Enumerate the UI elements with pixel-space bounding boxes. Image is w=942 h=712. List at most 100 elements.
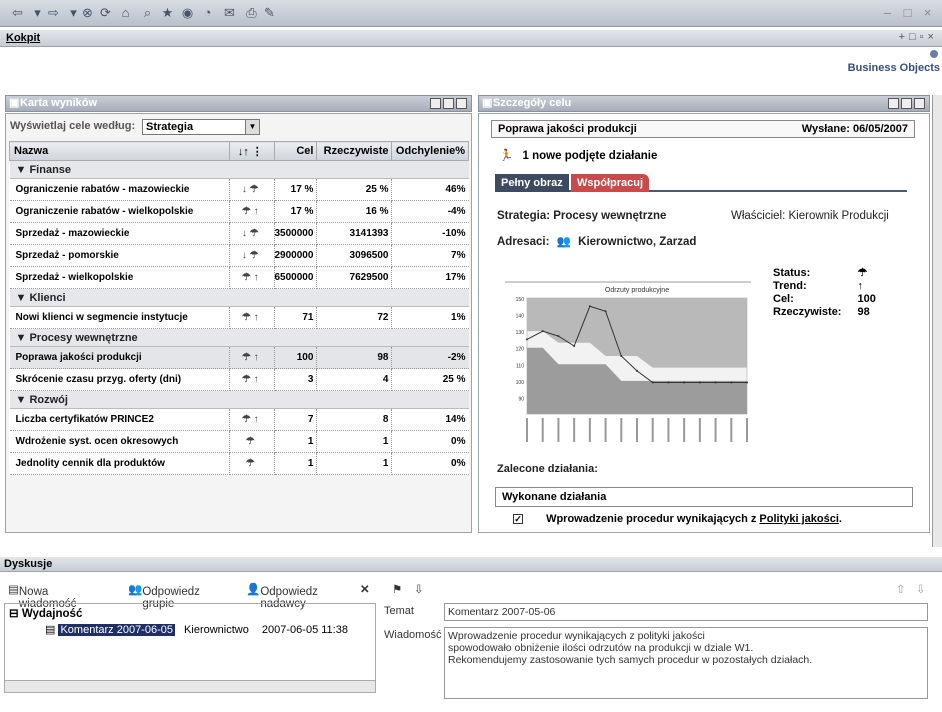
minimize-icon[interactable] — [888, 98, 899, 109]
strategy-select[interactable]: Strategia ▼ — [142, 119, 260, 135]
odch-cell: -2% — [391, 346, 469, 369]
table-row[interactable]: Jednolity cennik dla produktów ☂ 1 1 0% — [9, 452, 469, 475]
col-odchylenie[interactable]: Odchylenie% — [391, 141, 469, 161]
group-row[interactable]: ▼ Procesy wewnętrzne — [9, 328, 469, 347]
group-label: ▼ Finanse — [9, 160, 469, 179]
col-rzeczywiste[interactable]: Rzeczywiste — [316, 141, 393, 161]
history-icon[interactable]: ◔ — [200, 5, 215, 20]
table-row[interactable]: Ograniczenie rabatów - mazowieckie ↓ ☂ 17 … — [9, 178, 469, 201]
table-row[interactable]: Nowi klienci w segmencie instytucje ☂ ↑ 71… — [9, 306, 469, 329]
refresh-icon[interactable]: ⟳ — [98, 5, 113, 20]
minimize-icon[interactable]: – — [880, 5, 895, 20]
table-row[interactable]: Wdrożenie syst. ocen okresowych ☂ 1 1 0% — [9, 430, 469, 453]
col-icons[interactable]: ↓↑ ⋮ — [229, 141, 275, 161]
collapse-icon[interactable]: ▼ — [16, 332, 30, 344]
col-cel[interactable]: Cel — [273, 141, 318, 161]
x-tick-label — [557, 418, 560, 442]
minimize-icon[interactable] — [430, 98, 441, 109]
checkbox[interactable]: ✓ — [513, 514, 523, 524]
status-icons: ↓ ☂ — [229, 222, 275, 245]
table-row[interactable]: Liczba certyfikatów PRINCE2 ☂ ↑ 7 8 14% — [9, 408, 469, 431]
goal-name: Poprawa jakości produkcji — [498, 123, 637, 135]
home-icon[interactable]: ⌂ — [118, 5, 133, 20]
subject-field[interactable]: Komentarz 2007-05-06 — [444, 603, 928, 621]
business-objects-logo: Business Objects — [832, 50, 940, 80]
runner-icon: 🏃 — [499, 150, 514, 162]
mail-icon[interactable]: ✉ — [222, 5, 237, 20]
addressees-value[interactable]: Kierownictwo, Zarzad — [578, 236, 696, 248]
action-text-pre: Wprowadzenie procedur wynikających z — [546, 513, 760, 525]
flag-icon[interactable]: ⚑ — [392, 582, 402, 596]
panel-controls — [430, 98, 467, 109]
up-icon[interactable]: ⇧ — [896, 582, 906, 596]
right-scrollbar[interactable] — [932, 95, 942, 547]
delete-icon[interactable]: ✕ — [360, 582, 370, 596]
goal-name-cell: Ograniczenie rabatów - mazowieckie — [9, 178, 231, 201]
dropdown-icon[interactable]: ▾ — [66, 5, 81, 20]
down-icon[interactable]: ⇩ — [916, 582, 926, 596]
tab-full-view[interactable]: Pełny obraz — [495, 174, 569, 192]
favorites-icon[interactable]: ★ — [160, 5, 175, 20]
close-icon[interactable] — [914, 98, 925, 109]
pin-icon[interactable]: ⇩ — [414, 582, 424, 596]
collapse-icon[interactable]: ▼ — [16, 164, 30, 176]
tab-collaborate[interactable]: Współpracuj — [571, 174, 650, 192]
table-row[interactable]: Sprzedaż - wielkopolskie ☂ ↑ 6500000 762950… — [9, 266, 469, 289]
rzecz-cell: 1 — [316, 452, 393, 475]
back-icon[interactable]: ⇦ — [10, 5, 25, 20]
new-message-button[interactable]: ▤ Nowa wiadomość — [8, 582, 76, 610]
status-box: Status: ☂ Trend: ↑ Cel: 100 Rzeczywiste: 98 — [771, 266, 892, 320]
cel-cell: 17 % — [274, 200, 318, 223]
rzecz-value: 98 — [857, 306, 870, 318]
table-row[interactable]: Poprawa jakości produkcji ☂ ↑ 100 98 -2% — [9, 346, 469, 369]
subject-label: Temat — [384, 605, 414, 617]
tree-scrollbar[interactable] — [5, 680, 375, 692]
goal-details-header: ▣ Szczegóły celu — [478, 95, 930, 112]
media-icon[interactable]: ◉ — [180, 5, 195, 20]
group-row[interactable]: ▼ Rozwój — [9, 390, 469, 409]
tree-item[interactable]: ▤ Komentarz 2007-06-05 Kierownictwo 2007… — [45, 623, 348, 636]
reply-sender-button[interactable]: 👤 Odpowiedz nadawcy — [246, 582, 318, 610]
maximize-icon[interactable] — [443, 98, 454, 109]
discussion-toolbar: ▤ Nowa wiadomość 👥 Odpowiedz grupie 👤 Od… — [0, 578, 942, 610]
search-icon[interactable]: ⌕ — [140, 5, 155, 20]
close-icon[interactable]: × — [920, 5, 935, 20]
edit-icon[interactable]: ✎ — [262, 5, 277, 20]
x-tick-label — [714, 418, 717, 442]
window-controls[interactable]: +□▫× — [899, 31, 938, 43]
table-row[interactable]: Skrócenie czasu przyg. oferty (dni) ☂ ↑ 3 4… — [9, 368, 469, 391]
reply-group-button[interactable]: 👥 Odpowiedz grupie — [128, 582, 200, 610]
tree-root[interactable]: ⊟ Wydajność — [9, 606, 82, 620]
table-row[interactable]: Ograniczenie rabatów - wielkopolskie ☂ ↑ 1… — [9, 200, 469, 223]
collapse-icon[interactable]: ▼ — [16, 394, 30, 406]
message-field[interactable]: Wprowadzenie procedur wynikających z pol… — [444, 627, 928, 699]
kokpit-title[interactable]: Kokpit — [6, 32, 40, 44]
group-row[interactable]: ▼ Klienci — [9, 288, 469, 307]
chevron-down-icon[interactable]: ▼ — [245, 120, 259, 134]
x-tick-label — [698, 418, 701, 442]
cel-label: Cel: — [773, 293, 794, 305]
status-label: Status: — [773, 267, 811, 279]
odch-cell: 17% — [391, 266, 469, 289]
stop-icon[interactable]: ⊗ — [80, 5, 95, 20]
new-action[interactable]: 🏃 1 nowe podjęte działanie — [499, 148, 657, 162]
print-icon[interactable]: ⎙ — [244, 5, 259, 20]
col-name[interactable]: Nazwa — [8, 141, 231, 161]
discussion-header: Dyskusje — [0, 557, 942, 572]
forward-icon[interactable]: ⇨ — [46, 5, 61, 20]
collapse-icon[interactable]: ▼ — [16, 292, 30, 304]
policy-link[interactable]: Polityki jakości — [759, 513, 838, 525]
addressees-label: Adresaci: — [497, 236, 550, 248]
table-row[interactable]: Sprzedaż - mazowieckie ↓ ☂ 3500000 3141393-… — [9, 222, 469, 245]
maximize-icon[interactable] — [901, 98, 912, 109]
group-row[interactable]: ▼ Finanse — [9, 160, 469, 179]
table-row[interactable]: Sprzedaż - pomorskie ↓ ☂ 2900000 3096500 7% — [9, 244, 469, 267]
status-icons: ↓ ☂ — [229, 244, 275, 267]
dropdown-icon[interactable]: ▾ — [30, 5, 45, 20]
rzecz-cell: 98 — [316, 346, 393, 369]
panel-icon: ▣ — [9, 97, 20, 109]
close-icon[interactable] — [456, 98, 467, 109]
maximize-icon[interactable]: □ — [900, 5, 915, 20]
rzecz-cell: 25 % — [316, 178, 393, 201]
x-tick-label — [573, 418, 576, 442]
